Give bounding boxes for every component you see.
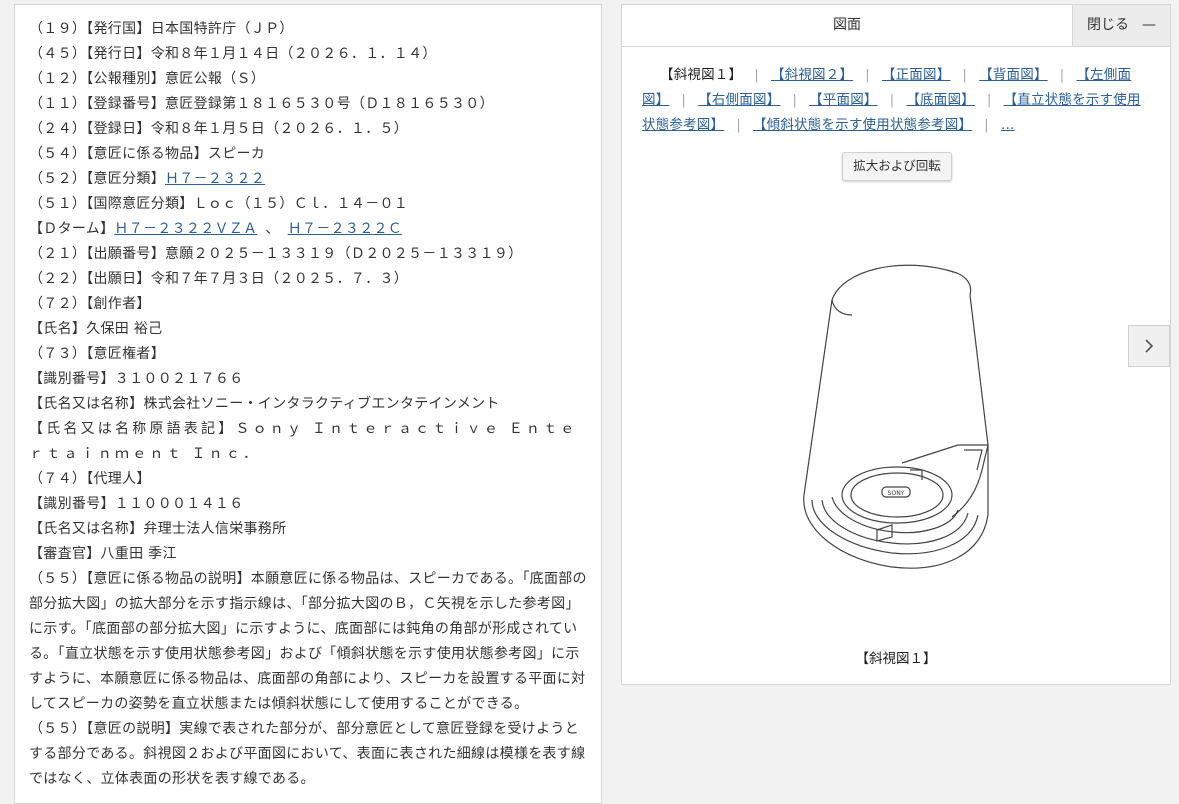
line-country: （１９）【発行国】日本国特許庁（ＪＰ） (29, 21, 294, 37)
line-creator-heading: （７２）【創作者】 (29, 296, 151, 312)
dterm-link-2[interactable]: Ｈ７－２３２２Ｃ (288, 221, 402, 237)
line-registration-number: （１１）【登録番号】意匠登録第１８１６５３０号（Ｄ１８１６５３０） (29, 96, 494, 112)
tab-separator: | (1059, 67, 1065, 83)
figure-tabs: 【斜視図１】 | 【斜視図２】 | 【正面図】 | 【背面図】 | 【左側面図】 | 【右側面図】 |… (622, 47, 1170, 138)
line-issue-date: （４５）【発行日】令和８年１月１４日（２０２６．１．１４） (29, 46, 437, 62)
classification-link[interactable]: Ｈ７－２３２２ (165, 171, 265, 187)
line-intl-classification: （５１）【国際意匠分類】Ｌｏｃ（１５）Ｃｌ．１４－０１ (29, 196, 409, 212)
tab-bottom-view[interactable]: 【底面図】 (906, 92, 975, 108)
collapse-icon: — (1142, 17, 1156, 33)
tab-more[interactable]: … (1001, 117, 1015, 133)
line-creator-name: 【氏名】久保田 裕己 (29, 321, 163, 337)
dterm-label: 【Ｄターム】 (29, 221, 115, 237)
tab-separator: | (865, 67, 870, 83)
tab-back-view[interactable]: 【背面図】 (979, 67, 1048, 83)
line-owner-name: 【氏名又は名称】株式会社ソニー・インタラクティブエンタテインメント (29, 396, 500, 412)
tab-perspective-1[interactable]: 【斜視図１】 (660, 67, 742, 83)
tab-separator: | (962, 67, 968, 83)
tab-separator: | (986, 92, 992, 108)
tab-front-view[interactable]: 【正面図】 (882, 67, 951, 83)
figure-panel-title: 図面 (833, 17, 861, 33)
close-button-label: 閉じる (1087, 17, 1129, 33)
speaker-illustration: SONY (803, 264, 989, 569)
document-panel: （１９）【発行国】日本国特許庁（ＪＰ） （４５）【発行日】令和８年１月１４日（２… (14, 4, 602, 804)
line-agent-heading: （７４）【代理人】 (29, 471, 151, 487)
line-owner-heading: （７３）【意匠権者】 (29, 346, 165, 362)
tab-separator: | (681, 92, 687, 108)
line-application-date: （２２）【出願日】令和７年７月３日（２０２５．７．３） (29, 271, 409, 287)
tab-separator: | (889, 92, 895, 108)
document-body: （１９）【発行国】日本国特許庁（ＪＰ） （４５）【発行日】令和８年１月１４日（２… (15, 5, 601, 792)
figure-panel: 図面 閉じる — 【斜視図１】 | 【斜視図２】 | 【正面図】 | 【背面図】 | 【左側面図… (621, 4, 1171, 685)
close-button[interactable]: 閉じる — (1072, 5, 1170, 46)
line-owner-name-original: 【氏名又は名称原語表記】Ｓｏｎｙ Ｉｎｔｅｒａｃｔｉｖｅ Ｅｎｔｅｒｔａｉｎｍｅ… (29, 421, 578, 462)
line-owner-id: 【識別番号】３１００２１７６６ (29, 371, 244, 387)
line-examiner: 【審査官】八重田 季江 (29, 546, 177, 562)
classification-label: （５２）【意匠分類】 (29, 171, 165, 187)
tab-right-view[interactable]: 【右側面図】 (698, 92, 780, 108)
line-agent-name: 【氏名又は名称】弁理士法人信栄事務所 (29, 521, 287, 537)
speaker-drawing: SONY (782, 255, 1012, 579)
dterm-link-1[interactable]: Ｈ７－２３２２ＶＺＡ (114, 221, 257, 237)
line-classification: （５２）【意匠分類】Ｈ７－２３２２ (29, 167, 587, 192)
line-dterm: 【Ｄターム】Ｈ７－２３２２ＶＺＡ 、 Ｈ７－２３２２Ｃ (29, 217, 587, 242)
device-logo: SONY (888, 490, 905, 497)
tab-separator: | (792, 92, 798, 108)
figure-caption: 【斜視図１】 (855, 651, 937, 667)
tab-separator: | (984, 117, 989, 133)
dterm-separator: 、 (265, 221, 280, 237)
line-agent-id: 【識別番号】１１０００１４１６ (29, 496, 244, 512)
design-description-paragraph: （５５）【意匠の説明】実線で表された部分が、部分意匠として意匠登録を受けようとす… (29, 721, 586, 787)
tab-separator: | (736, 117, 741, 133)
tab-separator: | (754, 67, 759, 83)
line-publication-type: （１２）【公報種別】意匠公報（Ｓ） (29, 71, 266, 87)
line-application-number: （２１）【出願番号】意願２０２５－１３３１９（Ｄ２０２５－１３３１９） (29, 246, 523, 262)
tab-perspective-2[interactable]: 【斜視図２】 (771, 67, 853, 83)
tab-plan-view[interactable]: 【平面図】 (809, 92, 878, 108)
zoom-rotate-button[interactable]: 拡大および回転 (842, 152, 952, 181)
figure-panel-header: 図面 閉じる — (622, 5, 1170, 47)
article-description-paragraph: （５５）【意匠に係る物品の説明】本願意匠に係る物品は、スピーカである。「底面部の… (29, 571, 587, 712)
chevron-right-icon (1145, 339, 1154, 353)
line-article: （５４）【意匠に係る物品】スピーカ (29, 146, 266, 162)
line-registration-date: （２４）【登録日】令和８年１月５日（２０２６．１．５） (29, 121, 409, 137)
next-figure-button[interactable] (1128, 325, 1170, 367)
tab-tilted-reference[interactable]: 【傾斜状態を示す使用状態参考図】 (753, 117, 972, 133)
